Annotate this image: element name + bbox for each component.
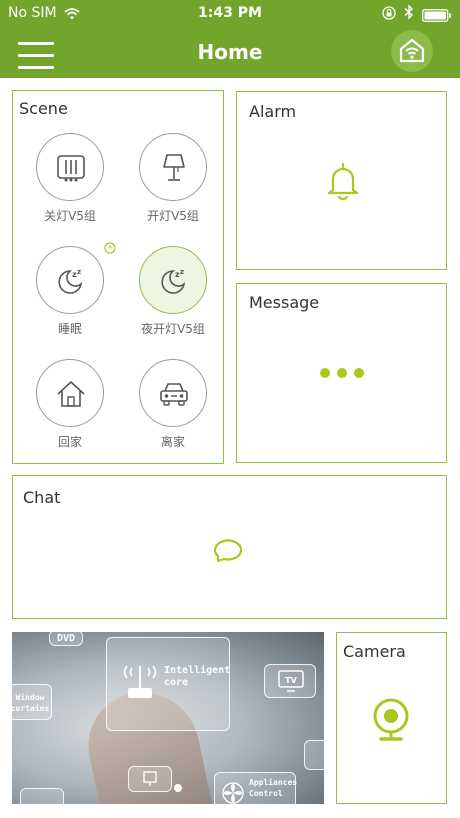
- scene-item-label: 开灯V5组: [147, 209, 199, 223]
- scene-item-sleep[interactable]: z z 睡眠: [20, 242, 120, 337]
- tv-label: TV: [285, 676, 297, 685]
- banner-tile-screen: [128, 766, 172, 792]
- banner-tile-device: [304, 740, 324, 770]
- moon-sleep-icon: z z: [161, 268, 186, 294]
- page-indicator-dot: [174, 784, 182, 792]
- house-icon: [57, 381, 85, 407]
- fan-icon: [222, 782, 244, 804]
- ellipsis-icon: [320, 368, 364, 378]
- chat-card[interactable]: Chat: [12, 475, 447, 619]
- chat-title: Chat: [23, 488, 61, 507]
- bell-icon: [327, 162, 359, 201]
- scene-item-leave-home[interactable]: 离家: [123, 359, 223, 450]
- car-icon: [160, 383, 188, 406]
- clock-icon: [104, 242, 116, 254]
- monitor-icon: [143, 771, 157, 786]
- router-icon: [123, 665, 157, 698]
- scene-title: Scene: [19, 99, 68, 118]
- scene-item-lights-off[interactable]: 关灯V5组: [20, 133, 120, 224]
- battery-icon: [422, 7, 452, 26]
- lamp-icon: [163, 154, 185, 181]
- bluetooth-icon: [404, 4, 414, 24]
- status-bar: No SIM 1:43 PM: [0, 0, 460, 28]
- camera-card[interactable]: Camera: [336, 632, 447, 804]
- banner-tile-window-curtains: Window curtains: [12, 684, 52, 720]
- tv-icon: TV: [278, 670, 304, 692]
- scene-item-label: 关灯V5组: [44, 209, 96, 223]
- smart-home-banner[interactable]: DVD Intelligent core TV Window curtains: [12, 632, 324, 804]
- light-switch-icon: [57, 155, 85, 182]
- alarm-title: Alarm: [249, 102, 297, 121]
- camera-title: Camera: [343, 642, 406, 661]
- chat-bubble-icon: [214, 539, 243, 563]
- moon-sleep-icon: z z: [58, 268, 83, 294]
- banner-appliances-label: Appliances Control: [249, 778, 298, 798]
- scene-item-label: 回家: [57, 435, 82, 449]
- scene-item-come-home[interactable]: 回家: [20, 359, 120, 450]
- scene-item-label: 睡眠: [57, 322, 82, 336]
- message-card[interactable]: Message: [236, 283, 447, 463]
- smart-home-button[interactable]: [391, 30, 433, 72]
- banner-tile-intelligent-core: Intelligent core: [106, 637, 230, 731]
- scene-card: Scene 关灯V5组 开灯V5组 z z 睡眠 z z 夜开灯V5组 回家 离…: [12, 90, 224, 464]
- banner-core-label: Intelligent core: [164, 665, 231, 688]
- svg-text:z: z: [180, 268, 184, 276]
- message-title: Message: [249, 293, 320, 312]
- scene-item-label: 离家: [160, 435, 185, 449]
- alarm-card[interactable]: Alarm: [236, 91, 447, 270]
- scene-item-night-lights-on[interactable]: z z 夜开灯V5组: [123, 246, 223, 337]
- banner-tile-dvd: DVD: [49, 632, 83, 646]
- wifi-house-icon: [399, 38, 425, 63]
- scene-item-lights-on[interactable]: 开灯V5组: [123, 133, 223, 224]
- svg-text:z: z: [77, 268, 81, 276]
- scene-item-label: 夜开灯V5组: [141, 322, 205, 336]
- nav-bar: Home: [0, 28, 460, 78]
- banner-tile-remote: [20, 788, 64, 804]
- webcam-icon: [373, 698, 409, 741]
- rotation-lock-icon: [382, 5, 396, 24]
- banner-tile-appliances: Appliances Control: [214, 772, 298, 804]
- banner-tile-tv: TV: [264, 664, 316, 698]
